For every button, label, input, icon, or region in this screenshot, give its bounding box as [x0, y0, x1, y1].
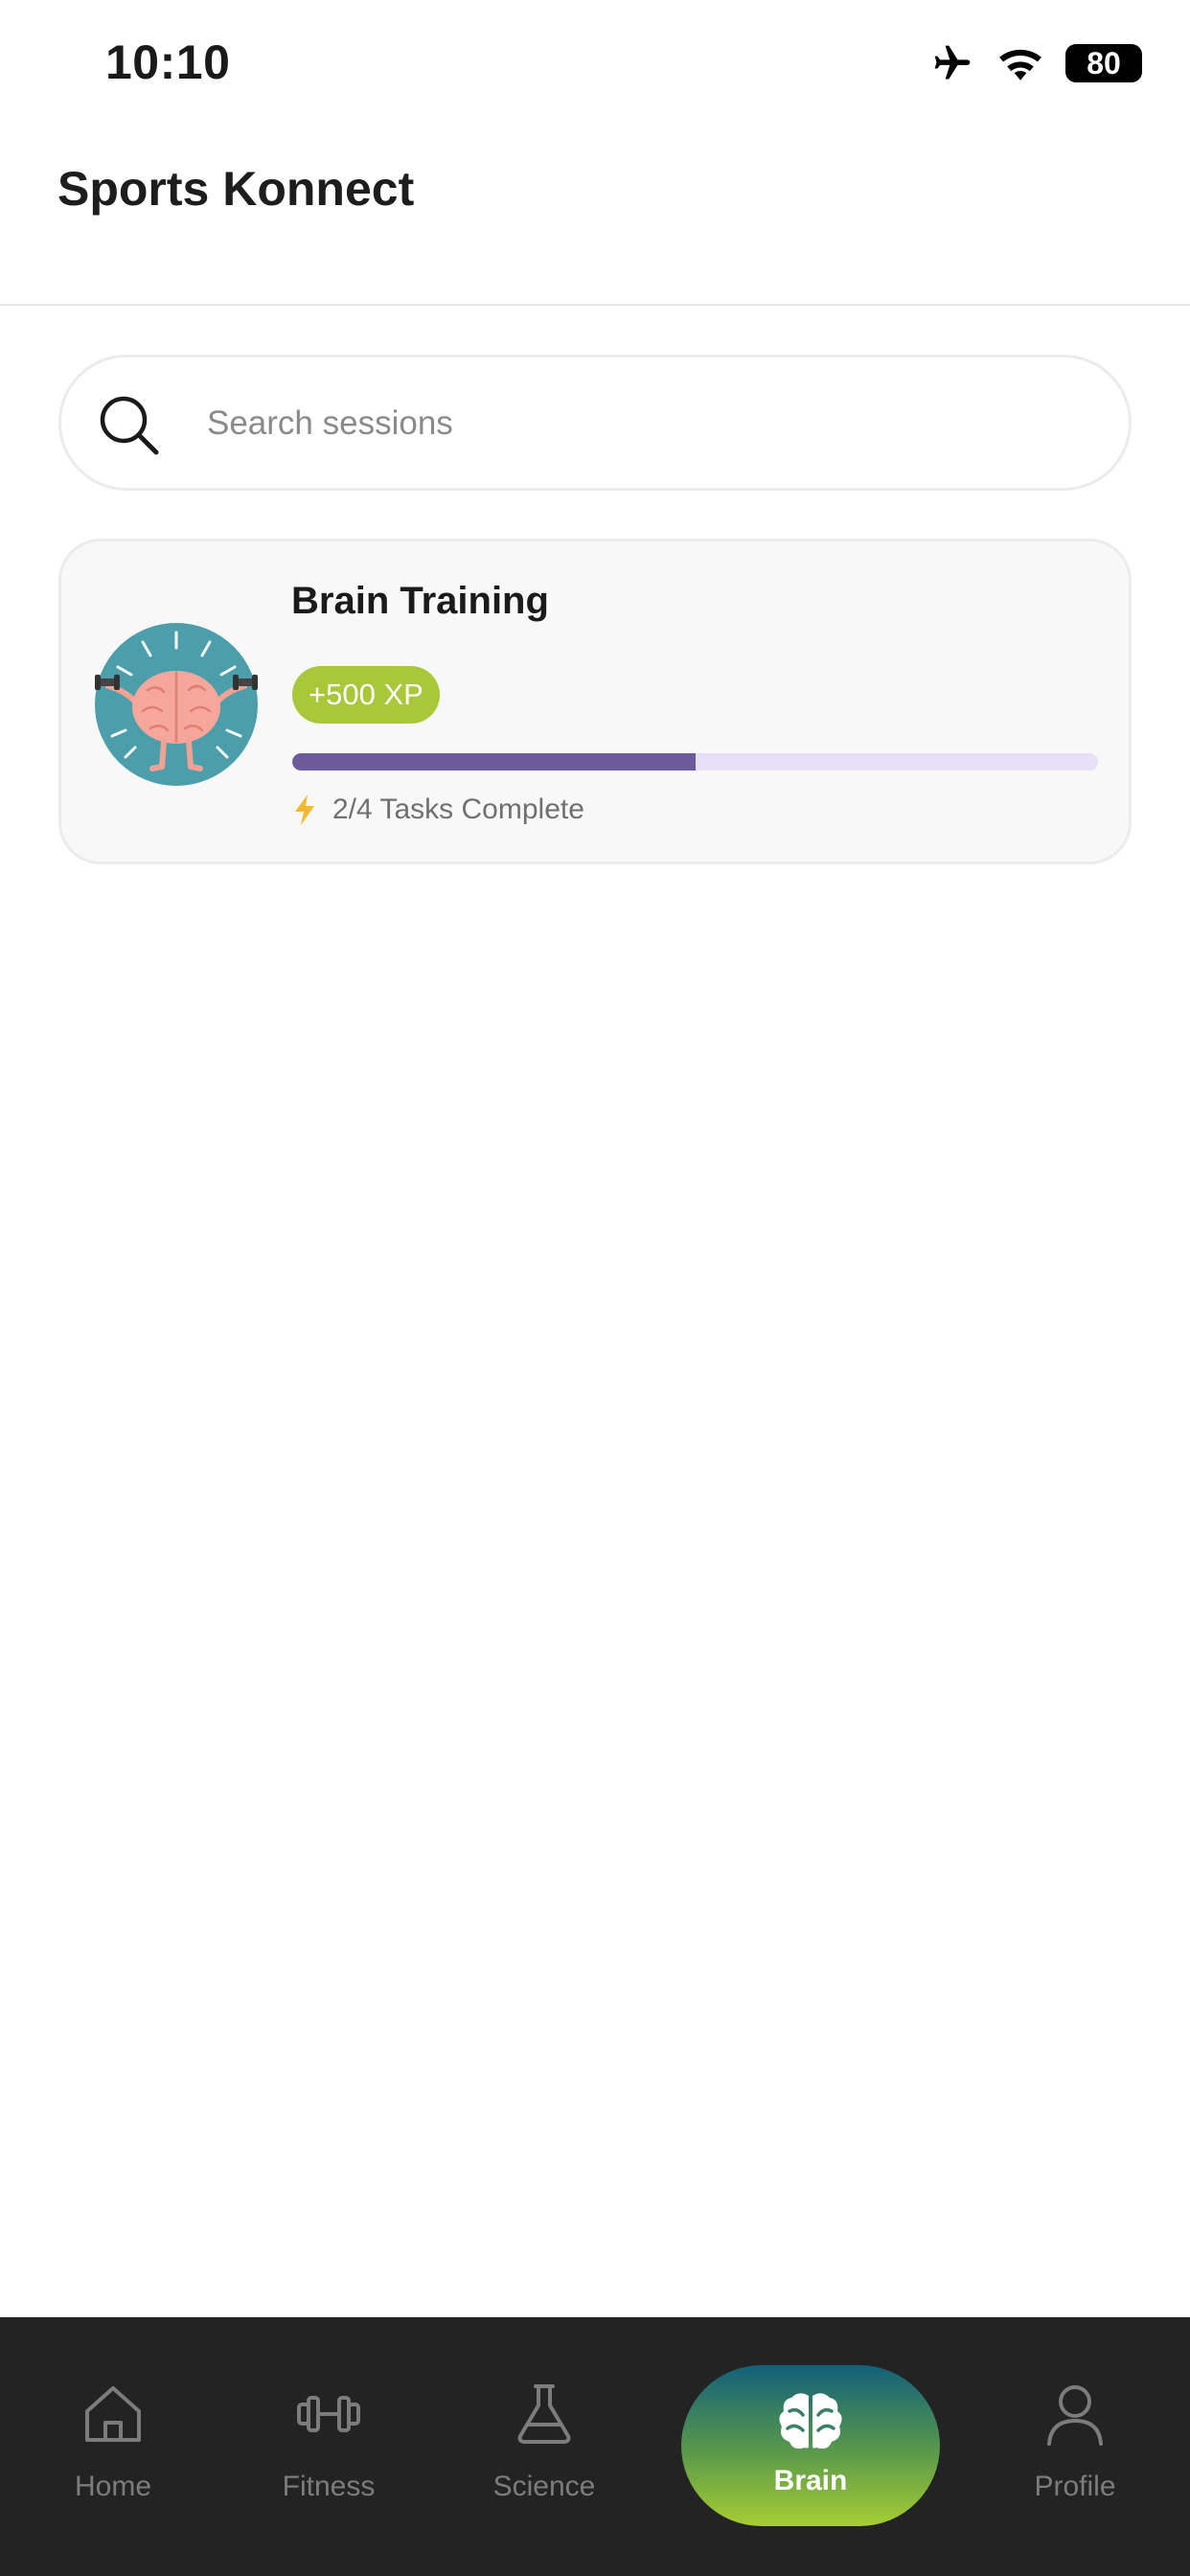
brain-icon	[779, 2393, 842, 2450]
lightning-bolt-icon	[295, 794, 314, 825]
user-icon	[1047, 2385, 1103, 2446]
nav-label-home: Home	[74, 2471, 152, 2502]
session-title: Brain Training	[291, 580, 549, 622]
task-progress-text: 2/4 Tasks Complete	[332, 794, 584, 825]
dumbbell-icon	[297, 2396, 360, 2432]
app-header: Sports Konnect	[0, 130, 1190, 306]
nav-label-brain: Brain	[773, 2465, 848, 2496]
nav-item-science[interactable]: Science	[448, 2317, 640, 2576]
home-icon	[85, 2386, 141, 2442]
page-title: Sports Konnect	[57, 162, 415, 216]
status-bar: 10:10 80	[0, 0, 1190, 130]
nav-label-science: Science	[492, 2471, 596, 2502]
status-time: 10:10	[105, 35, 231, 89]
status-icons: 80	[929, 42, 1142, 84]
progress-bar	[292, 753, 1098, 770]
battery-indicator: 80	[1065, 44, 1142, 82]
nav-item-home[interactable]: Home	[17, 2317, 209, 2576]
search-input[interactable]	[205, 357, 1071, 490]
task-status: 2/4 Tasks Complete	[292, 794, 584, 826]
xp-badge: +500 XP	[292, 666, 440, 724]
progress-bar-fill	[292, 753, 696, 770]
brain-training-image	[95, 623, 258, 786]
nav-label-profile: Profile	[1034, 2471, 1116, 2502]
nav-item-profile[interactable]: Profile	[979, 2317, 1171, 2576]
flask-icon	[517, 2384, 571, 2444]
nav-item-fitness[interactable]: Fitness	[233, 2317, 424, 2576]
nav-label-fitness: Fitness	[282, 2471, 376, 2502]
wifi-icon	[999, 49, 1041, 80]
search-bar[interactable]	[58, 355, 1132, 491]
nav-item-brain[interactable]: Brain	[681, 2365, 940, 2526]
search-icon	[100, 396, 159, 455]
airplane-icon	[934, 45, 971, 80]
battery-level: 80	[1087, 45, 1121, 80]
bottom-nav: Home Fitness Science Brain Profile	[0, 2317, 1190, 2576]
session-card-brain-training[interactable]: Brain Training +500 XP 2/4 Tasks Complet…	[58, 539, 1132, 864]
